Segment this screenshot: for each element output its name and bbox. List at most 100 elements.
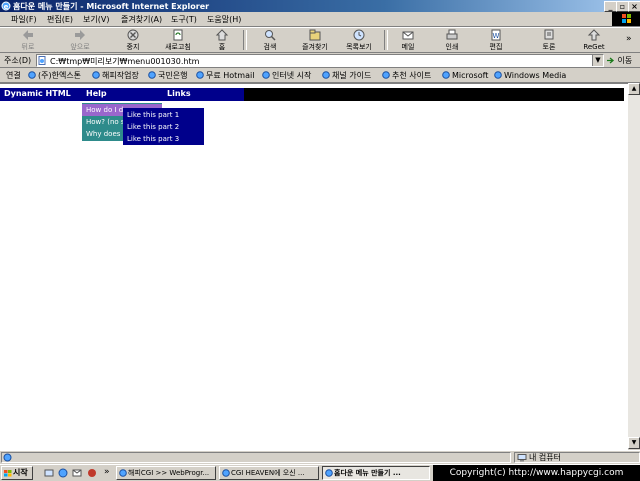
menu-view[interactable]: 보기(V) <box>83 14 109 25</box>
toolbar-separator <box>384 30 388 50</box>
stop-icon <box>127 29 139 41</box>
taskbar: 시작 » 해피CGI >> WebProgr... CGI HEAVEN에 오신… <box>0 464 640 481</box>
link-item[interactable]: 무료 Hotmail <box>196 69 254 81</box>
forward-button[interactable]: 앞으로 <box>62 28 98 52</box>
back-button[interactable]: 뒤로 <box>10 28 46 52</box>
link-item[interactable]: (주)한엑스톤 <box>28 69 81 81</box>
mail-button[interactable]: 메일 <box>390 28 426 52</box>
start-label: 시작 <box>13 468 28 477</box>
quicklaunch-more-chevron[interactable]: » <box>104 467 110 477</box>
scroll-up-button[interactable]: ▲ <box>628 83 640 95</box>
status-text <box>1 452 511 463</box>
back-label: 뒤로 <box>21 43 35 51</box>
ie-page-icon <box>148 71 156 79</box>
go-arrow-icon <box>607 57 615 64</box>
print-icon <box>446 29 458 40</box>
discuss-icon <box>544 29 554 40</box>
reget-button[interactable]: ReGet <box>576 28 612 52</box>
system-tray-banner: Copyright(c) http://www.happycgi.com <box>433 465 640 481</box>
title-bar: e 홈다운 메뉴 만들기 - Microsoft Internet Explor… <box>0 0 640 12</box>
web-page-content: Dynamic HTML Help Links How do I d How? … <box>0 83 628 450</box>
vertical-scrollbar[interactable]: ▲ ▼ <box>628 83 640 449</box>
home-icon <box>215 29 229 41</box>
svg-text:W: W <box>493 32 500 40</box>
discuss-button[interactable]: 토론 <box>531 28 567 52</box>
submenu-item[interactable]: Like this part 1 <box>123 109 204 121</box>
taskbar-item[interactable]: 해피CGI >> WebProgr... <box>116 466 216 480</box>
page-icon <box>38 56 46 65</box>
submenu-item[interactable]: Like this part 2 <box>123 121 204 133</box>
outlook-icon[interactable] <box>72 468 82 478</box>
link-item[interactable]: Windows Media <box>494 69 566 81</box>
go-button[interactable]: 이동 <box>606 55 632 66</box>
forward-arrow-icon <box>75 30 85 40</box>
ie-page-icon <box>262 71 270 79</box>
address-value: C:₩tmp₩미리보기₩menu001030.htm <box>50 57 200 66</box>
ie-page-icon <box>28 71 36 79</box>
link-item[interactable]: 인터넷 시작 <box>262 69 311 81</box>
windows-flag-icon <box>622 14 631 23</box>
zone-label: 내 컴퓨터 <box>529 453 561 462</box>
search-button[interactable]: 검색 <box>252 28 288 52</box>
ie-page-icon <box>442 71 450 79</box>
home-button[interactable]: 홈 <box>204 28 240 52</box>
link-label: Windows Media <box>504 70 567 80</box>
nav-item-links[interactable]: Links <box>167 89 191 98</box>
favorites-button[interactable]: 즐겨찾기 <box>297 28 333 52</box>
history-icon <box>353 29 365 41</box>
ie-quicklaunch-icon[interactable] <box>58 468 68 478</box>
favorites-label: 즐겨찾기 <box>302 43 328 51</box>
address-dropdown-button[interactable]: ▼ <box>592 55 603 66</box>
start-button[interactable]: 시작 <box>1 466 33 480</box>
scroll-down-button[interactable]: ▼ <box>628 437 640 449</box>
ie-page-icon <box>494 71 502 79</box>
taskbar-item-active[interactable]: 홈다운 메뉴 만들기 ... <box>322 466 430 480</box>
refresh-button[interactable]: 새로고침 <box>160 28 196 52</box>
ie-page-icon <box>322 71 330 79</box>
forward-label: 앞으로 <box>70 43 90 51</box>
print-button[interactable]: 인쇄 <box>434 28 470 52</box>
window-title: 홈다운 메뉴 만들기 - Microsoft Internet Explorer <box>13 2 210 11</box>
show-desktop-icon[interactable] <box>44 468 54 478</box>
menu-help[interactable]: 도움말(H) <box>207 14 241 25</box>
refresh-icon <box>173 29 183 41</box>
refresh-label: 새로고침 <box>165 43 191 51</box>
link-label: Microsoft <box>452 70 489 80</box>
taskbar-item-label: 해피CGI >> WebProgr... <box>128 469 210 477</box>
stop-button[interactable]: 중지 <box>115 28 151 52</box>
link-item[interactable]: 추천 사이트 <box>382 69 431 81</box>
edit-button[interactable]: W 편집 <box>478 28 514 52</box>
svg-text:e: e <box>4 3 9 11</box>
discuss-label: 토론 <box>542 43 556 51</box>
link-label: 국민은행 <box>158 70 188 80</box>
taskbar-item[interactable]: CGI HEAVEN에 오신 ... <box>219 466 319 480</box>
back-arrow-icon <box>23 30 33 40</box>
address-input[interactable]: C:₩tmp₩미리보기₩menu001030.htm ▼ <box>36 54 604 67</box>
link-item[interactable]: 국민은행 <box>148 69 187 81</box>
menu-favorites[interactable]: 즐겨찾기(A) <box>121 14 162 25</box>
nav-item-help[interactable]: Help <box>86 89 107 98</box>
submenu-item[interactable]: Like this part 3 <box>123 133 204 145</box>
link-item[interactable]: Microsoft <box>442 69 488 81</box>
menu-tools[interactable]: 도구(T) <box>171 14 197 25</box>
history-button[interactable]: 목록보기 <box>341 28 377 52</box>
menu-file[interactable]: 파일(F) <box>11 14 37 25</box>
ie-page-icon <box>382 71 390 79</box>
links-bar: 연결 (주)한엑스톤 해피작업장 국민은행 무료 Hotmail 인터넷 시작 … <box>0 68 640 83</box>
toolbar-separator <box>243 30 247 50</box>
address-label: 주소(D) <box>4 56 32 65</box>
link-item[interactable]: 해피작업장 <box>92 69 139 81</box>
link-label: 무료 Hotmail <box>206 70 255 80</box>
menu-edit[interactable]: 편집(E) <box>47 14 73 25</box>
link-item[interactable]: 채널 가이드 <box>322 69 371 81</box>
home-label: 홈 <box>218 43 226 51</box>
link-label: 해피작업장 <box>102 70 139 80</box>
taskbar-item-label: CGI HEAVEN에 오신 ... <box>231 469 305 477</box>
toolbar-more-chevron[interactable]: » <box>626 34 632 44</box>
media-icon[interactable] <box>87 468 97 478</box>
links-label: 연결 <box>6 70 21 80</box>
close-button[interactable]: × <box>628 1 640 12</box>
windows-throbber-logo <box>612 12 640 26</box>
nav-item-dynamic-html[interactable]: Dynamic HTML <box>4 89 71 98</box>
ie-page-icon <box>119 469 127 477</box>
